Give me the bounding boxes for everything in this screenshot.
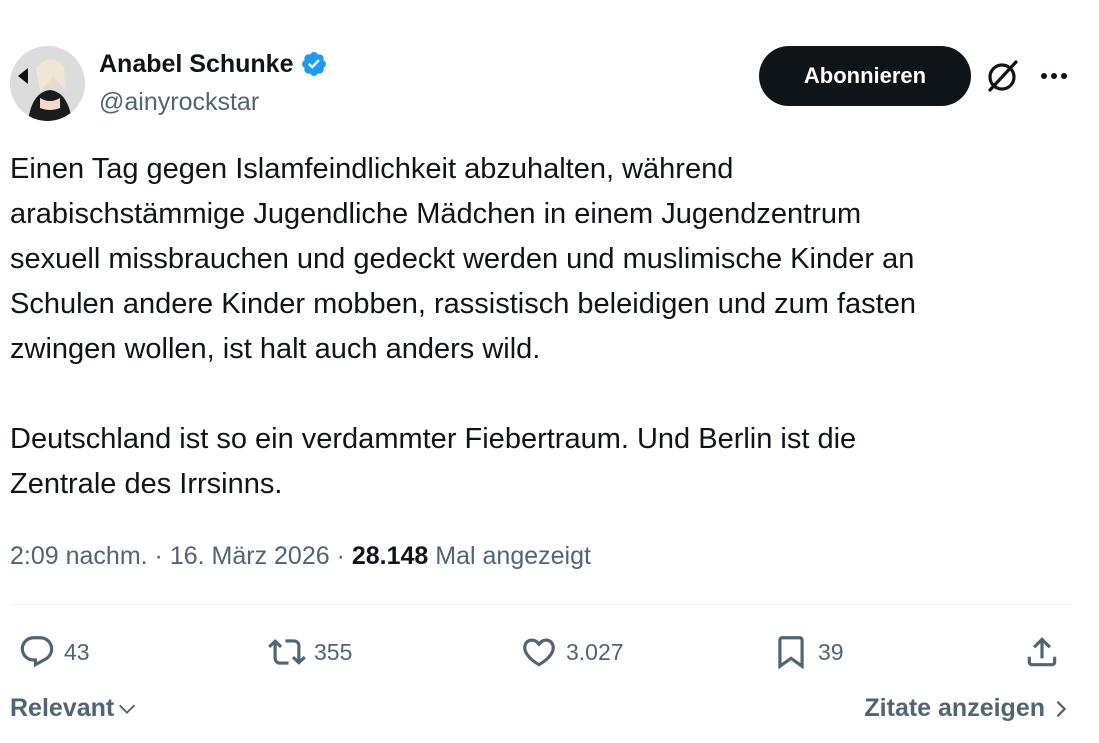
tweet-line: sexuell missbrauchen und gedeckt werden … bbox=[10, 243, 915, 275]
avatar-image bbox=[10, 46, 85, 121]
follow-button[interactable]: Abonnieren bbox=[759, 46, 971, 106]
share-button[interactable] bbox=[1023, 630, 1061, 674]
grok-icon[interactable] bbox=[985, 58, 1021, 94]
heart-icon bbox=[523, 638, 555, 667]
reply-icon bbox=[20, 636, 54, 668]
tweet-line: arabischstämmige Jugendliche Mädchen in … bbox=[10, 198, 862, 230]
chevron-right-icon bbox=[1056, 700, 1067, 717]
like-button[interactable]: 3.027 bbox=[520, 630, 624, 674]
repost-icon bbox=[268, 639, 306, 665]
bookmark-icon bbox=[778, 636, 804, 670]
avatar[interactable] bbox=[10, 46, 85, 121]
tweet-line: zwingen wollen, ist halt auch anders wil… bbox=[10, 333, 541, 365]
share-icon bbox=[1027, 637, 1057, 667]
author-name-row[interactable]: Anabel Schunke bbox=[99, 48, 328, 80]
tweet-line: Zentrale des Irrsinns. bbox=[10, 468, 283, 500]
repost-count: 355 bbox=[314, 638, 353, 665]
bookmark-button[interactable]: 39 bbox=[772, 630, 844, 674]
quotes-label: Zitate anzeigen bbox=[864, 694, 1045, 722]
sort-relevant-dropdown[interactable]: Relevant bbox=[10, 694, 138, 723]
divider bbox=[10, 604, 1072, 605]
author-handle[interactable]: @ainyrockstar bbox=[99, 86, 259, 118]
reply-button[interactable]: 43 bbox=[18, 630, 90, 674]
reply-count: 43 bbox=[64, 638, 90, 665]
tweet-line: Schulen andere Kinder mobben, rassistisc… bbox=[10, 288, 916, 320]
tweet-meta: 2:09 nachm. · 16. März 2026 · 28.148 Mal… bbox=[10, 540, 591, 572]
view-quotes-link[interactable]: Zitate anzeigen bbox=[864, 694, 1069, 723]
meta-separator: · bbox=[329, 542, 352, 570]
like-count: 3.027 bbox=[566, 638, 624, 665]
bookmark-count: 39 bbox=[818, 638, 844, 665]
more-options-icon[interactable] bbox=[1036, 64, 1072, 88]
chevron-down-icon bbox=[119, 704, 136, 714]
tweet-line: Einen Tag gegen Islamfeindlichkeit abzuh… bbox=[10, 153, 734, 185]
tweet-time[interactable]: 2:09 nachm. bbox=[10, 542, 148, 570]
repost-button[interactable]: 355 bbox=[268, 630, 352, 674]
views-count: 28.148 bbox=[351, 542, 429, 570]
tweet-line: Deutschland ist so ein verdammter Fieber… bbox=[10, 423, 857, 455]
verified-badge-icon bbox=[300, 50, 328, 78]
tweet-text: Einen Tag gegen Islamfeindlichkeit abzuh… bbox=[10, 147, 1080, 507]
author-display-name[interactable]: Anabel Schunke bbox=[99, 48, 294, 80]
views-label: Mal angezeigt bbox=[435, 542, 591, 570]
meta-separator: · bbox=[147, 542, 170, 570]
tweet-date[interactable]: 16. März 2026 bbox=[170, 542, 330, 570]
tweet-card: Anabel Schunke @ainyrockstar Abonnieren … bbox=[0, 0, 1099, 743]
sort-label: Relevant bbox=[10, 694, 115, 722]
